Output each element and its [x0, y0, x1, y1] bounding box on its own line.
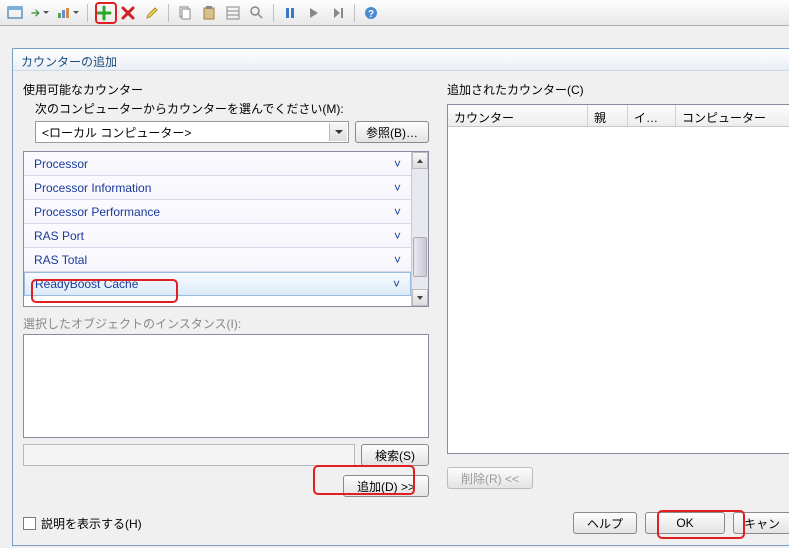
add-counter-dialog: カウンターの追加 使用可能なカウンター 次のコンピューターからカウンターを選んで…	[12, 48, 789, 546]
scroll-down-icon[interactable]	[412, 289, 428, 306]
counter-item[interactable]: Processor Performance˅	[24, 200, 411, 224]
available-counters-pane: 使用可能なカウンター 次のコンピューターからカウンターを選んでください(M): …	[23, 81, 429, 503]
chevron-down-icon: ˅	[394, 229, 401, 243]
computer-label: 次のコンピューターからカウンターを選んでください(M):	[35, 100, 429, 117]
added-label: 追加されたカウンター(C)	[447, 81, 789, 98]
ok-button[interactable]: OK	[645, 512, 725, 534]
highlight-pencil-icon[interactable]	[141, 2, 163, 24]
toolbar-separator	[354, 4, 355, 22]
added-counters-pane: 追加されたカウンター(C) カウンター 親 インス… コンピューター 削除(R)…	[447, 81, 789, 503]
scroll-thumb[interactable]	[413, 237, 427, 277]
chevron-down-icon: ˅	[394, 157, 401, 171]
show-description-label: 説明を表示する(H)	[41, 515, 142, 532]
scrollbar[interactable]	[411, 152, 428, 306]
play-icon[interactable]	[303, 2, 325, 24]
help-icon[interactable]: ?	[360, 2, 382, 24]
pause-icon[interactable]	[279, 2, 301, 24]
dialog-title: カウンターの追加	[13, 49, 789, 71]
column-instance[interactable]: インス…	[628, 105, 676, 126]
dialog-bottom: 説明を表示する(H) ヘルプ OK キャン	[23, 510, 789, 536]
delete-button: 削除(R) <<	[447, 467, 533, 489]
toolbar-separator	[168, 4, 169, 22]
chevron-down-icon: ˅	[393, 277, 400, 291]
properties-icon[interactable]	[222, 2, 244, 24]
scroll-up-icon[interactable]	[412, 152, 428, 169]
graph-type-icon[interactable]	[52, 2, 82, 24]
available-label: 使用可能なカウンター	[23, 81, 429, 98]
copy-icon[interactable]	[174, 2, 196, 24]
counter-item-readyboost[interactable]: ReadyBoost Cache˅	[24, 272, 411, 296]
counter-list: Processor˅ Processor Information˅ Proces…	[23, 151, 429, 307]
computer-select[interactable]: <ローカル コンピューター>	[35, 121, 349, 143]
arrow-right-icon[interactable]	[28, 2, 50, 24]
chevron-down-icon: ˅	[394, 253, 401, 267]
search-input[interactable]	[23, 444, 355, 466]
column-parent[interactable]: 親	[588, 105, 628, 126]
computer-value: <ローカル コンピューター>	[42, 124, 191, 141]
table-header: カウンター 親 インス… コンピューター	[448, 105, 789, 127]
counter-item[interactable]: RAS Port˅	[24, 224, 411, 248]
counter-item[interactable]: Processor Information˅	[24, 176, 411, 200]
svg-text:?: ?	[368, 9, 374, 20]
browse-button[interactable]: 参照(B)…	[355, 121, 429, 143]
main-toolbar: ?	[0, 0, 789, 26]
chevron-down-icon[interactable]	[329, 123, 347, 141]
help-button[interactable]: ヘルプ	[573, 512, 637, 534]
cancel-button[interactable]: キャン	[733, 512, 789, 534]
paste-icon[interactable]	[198, 2, 220, 24]
add-button[interactable]: 追加(D) >>	[343, 475, 429, 497]
toolbar-separator	[273, 4, 274, 22]
instance-list[interactable]	[23, 334, 429, 438]
view-window-icon[interactable]	[4, 2, 26, 24]
chevron-down-icon: ˅	[394, 181, 401, 195]
chevron-down-icon: ˅	[394, 205, 401, 219]
zoom-icon[interactable]	[246, 2, 268, 24]
instance-label: 選択したオブジェクトのインスタンス(I):	[23, 315, 429, 332]
search-button[interactable]: 検索(S)	[361, 444, 429, 466]
column-computer[interactable]: コンピューター	[676, 105, 789, 126]
delete-x-icon[interactable]	[117, 2, 139, 24]
show-description-checkbox[interactable]	[23, 517, 36, 530]
plus-icon[interactable]	[93, 2, 115, 24]
step-icon[interactable]	[327, 2, 349, 24]
toolbar-separator	[87, 4, 88, 22]
added-table[interactable]: カウンター 親 インス… コンピューター	[447, 104, 789, 454]
counter-item[interactable]: RAS Total˅	[24, 248, 411, 272]
counter-item[interactable]: Processor˅	[24, 152, 411, 176]
column-counter[interactable]: カウンター	[448, 105, 588, 126]
